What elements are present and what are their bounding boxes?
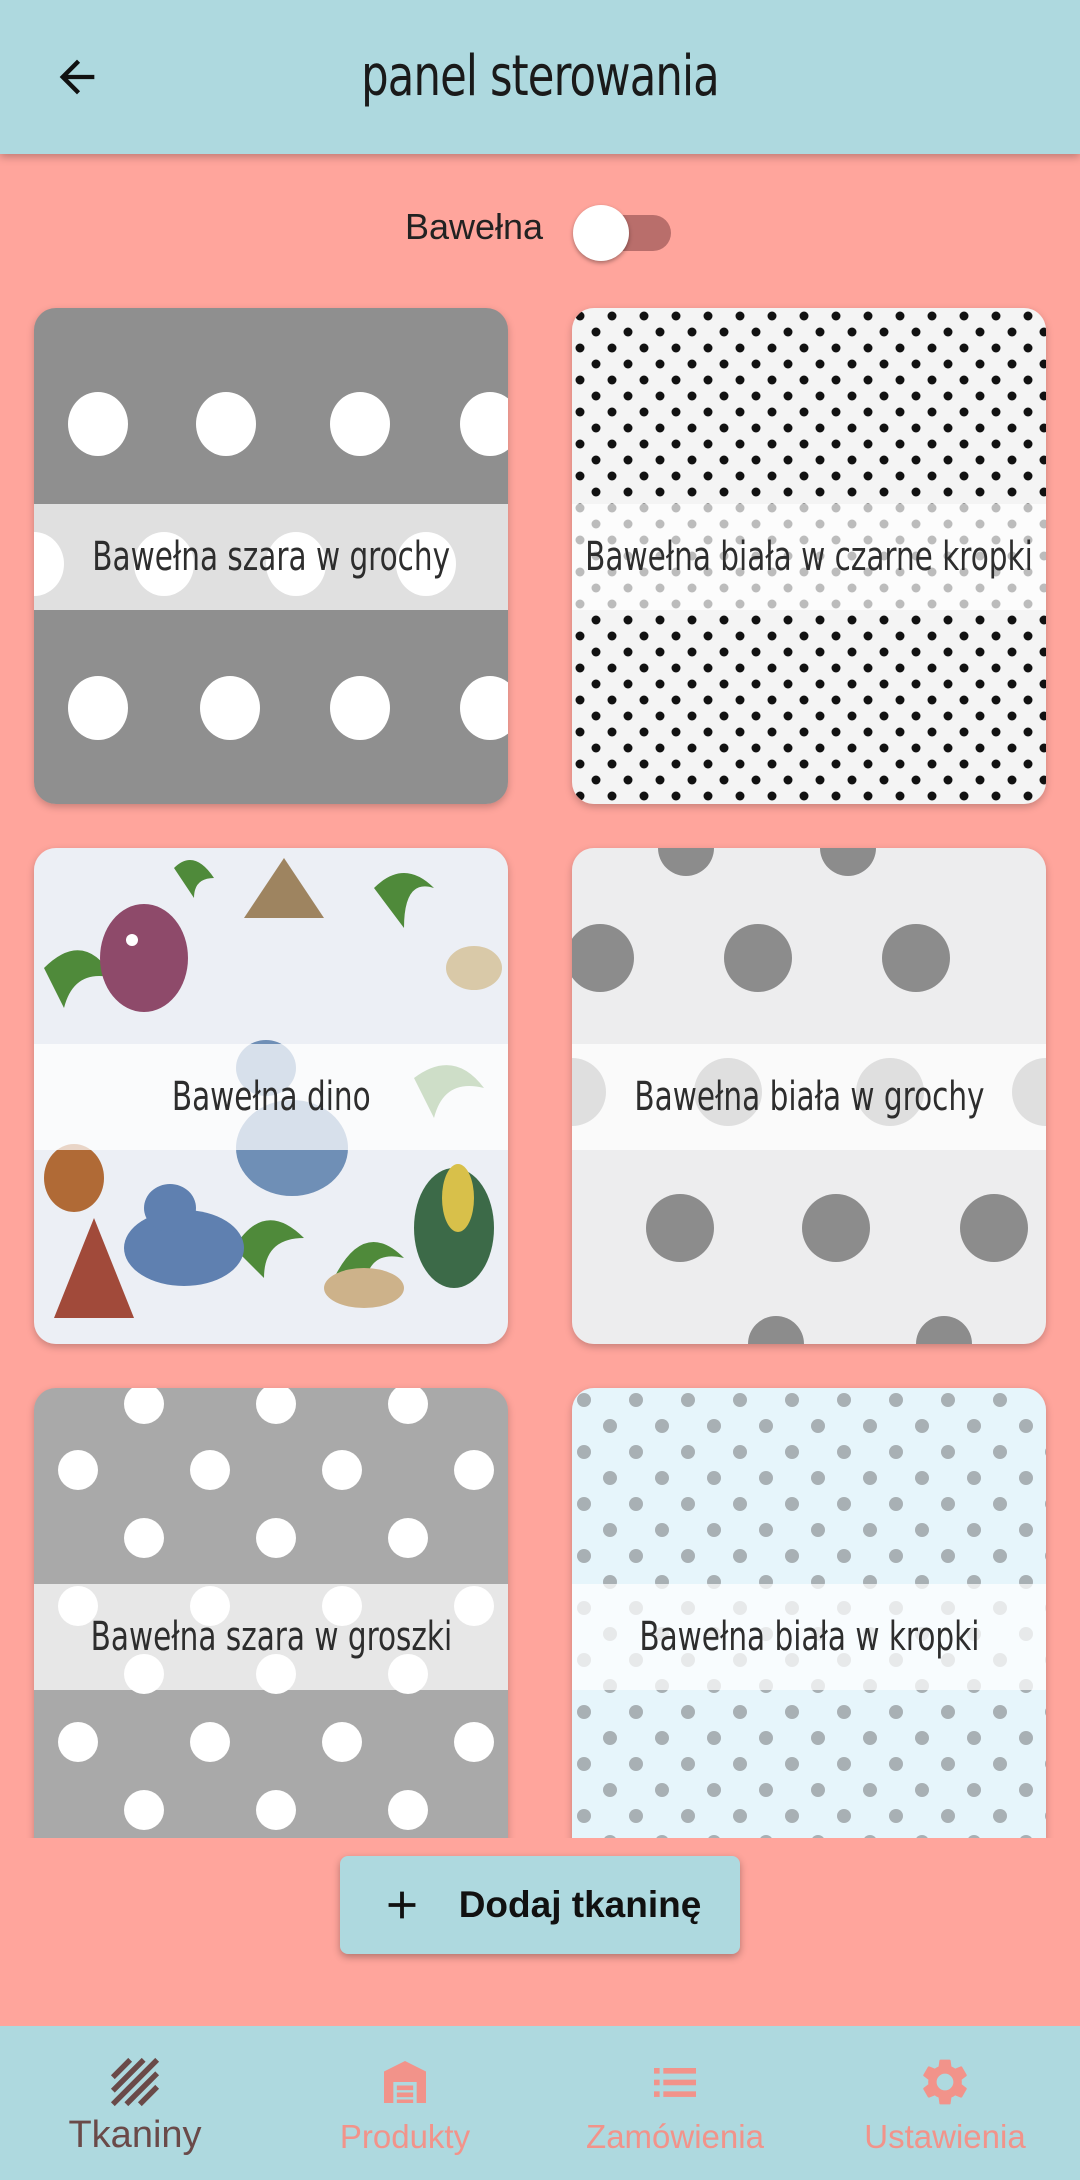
card-label-band: Bawełna szara w groszki: [34, 1584, 508, 1690]
card-label-band: Bawełna biała w czarne kropki: [572, 504, 1046, 610]
fabric-name: Bawełna szara w grochy: [92, 534, 450, 580]
fabric-card[interactable]: Bawełna biała w grochy: [572, 848, 1046, 1344]
fabric-name: Bawełna biała w kropki: [638, 1614, 980, 1660]
card-label-band: Bawełna biała w grochy: [572, 1044, 1046, 1150]
nav-item-zamowienia[interactable]: Zamówienia: [540, 2026, 810, 2180]
plus-icon: [388, 1891, 416, 1919]
fabric-name: Bawełna biała w czarne kropki: [585, 534, 1033, 580]
filter-label: Bawełna: [404, 206, 544, 247]
list-icon: [647, 2054, 703, 2110]
gear-icon: [917, 2054, 973, 2110]
nav-label: Ustawienia: [864, 2118, 1026, 2155]
fabric-name: Bawełna szara w groszki: [90, 1614, 452, 1660]
add-fabric-label: Dodaj tkaninę: [458, 1884, 702, 1925]
card-label-band: Bawełna szara w grochy: [34, 504, 508, 610]
fabric-card[interactable]: Bawełna szara w grochy: [34, 308, 508, 804]
fabric-name: Bawełna dino: [171, 1074, 371, 1120]
nav-item-tkaniny[interactable]: Tkaniny: [0, 2026, 270, 2180]
toggle-knob: [573, 205, 630, 261]
fabric-grid: Bawełna szara w grochy Bawełna biała w c…: [0, 290, 1080, 1838]
fabric-name: Bawełna biała w grochy: [633, 1074, 985, 1120]
app-bar: panel sterowania: [0, 0, 1080, 154]
card-label-band: Bawełna biała w kropki: [572, 1584, 1046, 1690]
page-title: panel sterowania: [361, 44, 720, 109]
nav-label: Zamówienia: [586, 2118, 764, 2155]
fabric-card[interactable]: Bawełna biała w czarne kropki: [572, 308, 1046, 804]
fabric-card[interactable]: Bawełna dino: [34, 848, 508, 1344]
fabric-card[interactable]: Bawełna szara w groszki: [34, 1388, 508, 1838]
card-label-band: Bawełna dino: [34, 1044, 508, 1150]
bottom-nav: Tkaniny Produkty Zamówienia Ustawienia: [0, 2026, 1080, 2180]
nav-label: Produkty: [339, 2118, 471, 2155]
nav-label: Tkaniny: [68, 2114, 202, 2156]
filter-row: Bawełna: [0, 192, 1080, 262]
nav-item-ustawienia[interactable]: Ustawienia: [810, 2026, 1080, 2180]
nav-item-produkty[interactable]: Produkty: [270, 2026, 540, 2180]
fabric-card[interactable]: Bawełna biała w kropki: [572, 1388, 1046, 1838]
filter-toggle[interactable]: [573, 197, 675, 261]
warehouse-icon: [377, 2054, 433, 2110]
fabric-stripes-icon: [107, 2054, 163, 2110]
add-fabric-button[interactable]: Dodaj tkaninę: [340, 1856, 740, 1954]
